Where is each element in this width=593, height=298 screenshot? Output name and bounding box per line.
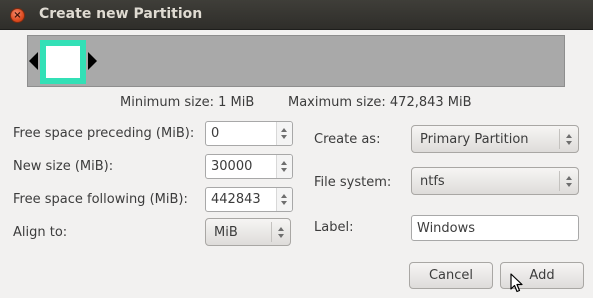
- chevron-up-icon: [278, 227, 284, 231]
- chevron-down-icon[interactable]: [281, 201, 287, 205]
- file-system-label: File system:: [314, 175, 392, 190]
- chevron-down-icon[interactable]: [281, 168, 287, 172]
- combo-separator: [559, 171, 560, 191]
- align-to-select[interactable]: MiB: [205, 218, 291, 246]
- align-to-label: Align to:: [13, 225, 68, 240]
- new-partition-block[interactable]: [40, 40, 86, 84]
- window-title: Create new Partition: [39, 6, 203, 22]
- resize-handle-right-icon[interactable]: [88, 52, 97, 70]
- new-size-spinner[interactable]: [205, 154, 293, 179]
- free-space-following-label: Free space following (MiB):: [13, 192, 188, 207]
- resize-handle-left-icon[interactable]: [29, 52, 38, 70]
- chevron-up-icon[interactable]: [281, 194, 287, 198]
- new-size-label: New size (MiB):: [13, 159, 114, 174]
- partition-label-label: Label:: [314, 220, 354, 235]
- chevron-up-icon: [566, 176, 572, 180]
- free-space-preceding-label: Free space preceding (MiB):: [13, 126, 195, 141]
- chevron-down-icon: [278, 234, 284, 238]
- cancel-button[interactable]: Cancel: [409, 262, 493, 289]
- close-icon[interactable]: ×: [10, 8, 25, 23]
- free-space-following-input[interactable]: [206, 188, 276, 211]
- partition-label-field[interactable]: [411, 215, 579, 241]
- file-system-value: ntfs: [420, 174, 445, 189]
- create-partition-dialog: × Create new Partition Minimum size: 1 M…: [0, 0, 593, 298]
- chevron-down-icon: [566, 183, 572, 187]
- chevron-down-icon: [566, 141, 572, 145]
- partition-label-input[interactable]: [412, 216, 578, 240]
- combo-separator: [271, 222, 272, 242]
- spinner-arrows[interactable]: [276, 122, 292, 145]
- chevron-up-icon: [566, 134, 572, 138]
- maximum-size-label: Maximum size: 472,843 MiB: [288, 95, 472, 110]
- chevron-up-icon[interactable]: [281, 161, 287, 165]
- chevron-up-icon[interactable]: [281, 128, 287, 132]
- create-as-select[interactable]: Primary Partition: [411, 125, 579, 153]
- minimum-size-label: Minimum size: 1 MiB: [120, 95, 255, 110]
- spinner-arrows[interactable]: [276, 155, 292, 178]
- combo-separator: [559, 129, 560, 149]
- title-bar: × Create new Partition: [0, 0, 593, 30]
- mouse-pointer-icon: [510, 273, 523, 293]
- create-as-label: Create as:: [314, 132, 381, 147]
- file-system-select[interactable]: ntfs: [411, 167, 579, 195]
- free-space-preceding-input[interactable]: [206, 122, 276, 145]
- create-as-value: Primary Partition: [420, 132, 529, 147]
- new-size-input[interactable]: [206, 155, 276, 178]
- spinner-arrows[interactable]: [276, 188, 292, 211]
- free-space-following-spinner[interactable]: [205, 187, 293, 212]
- align-to-value: MiB: [214, 225, 238, 240]
- partition-size-graphic[interactable]: [27, 35, 565, 87]
- size-info: Minimum size: 1 MiB Maximum size: 472,84…: [0, 95, 593, 111]
- free-space-preceding-spinner[interactable]: [205, 121, 293, 146]
- chevron-down-icon[interactable]: [281, 135, 287, 139]
